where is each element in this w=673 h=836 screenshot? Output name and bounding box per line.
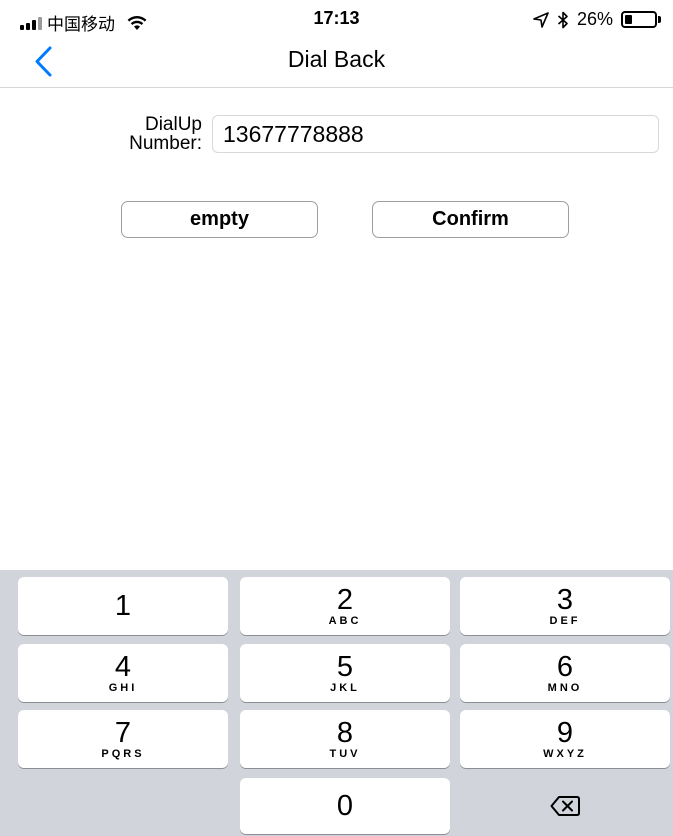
key-letters: TUV xyxy=(329,747,361,760)
key-letters: JKL xyxy=(330,681,360,694)
dialup-label-line2: Number: xyxy=(129,133,202,154)
key-letters: MNO xyxy=(547,681,583,694)
key-6[interactable]: 6 MNO xyxy=(460,644,670,702)
key-1[interactable]: 1 xyxy=(18,577,228,635)
key-digit: 8 xyxy=(336,716,354,749)
confirm-button[interactable]: Confirm xyxy=(372,201,569,238)
dialup-label-line1: DialUp xyxy=(144,114,202,135)
page-title: Dial Back xyxy=(287,46,386,72)
key-7[interactable]: 7 PQRS xyxy=(18,710,228,768)
backspace-icon xyxy=(550,796,580,816)
key-4[interactable]: 4 GHI xyxy=(18,644,228,702)
key-digit: 2 xyxy=(336,583,354,616)
delete-key[interactable] xyxy=(460,778,670,834)
key-digit: 9 xyxy=(556,716,574,749)
key-8[interactable]: 8 TUV xyxy=(240,710,450,768)
battery-icon xyxy=(621,11,661,28)
key-letters: GHI xyxy=(108,681,138,694)
key-digit: 6 xyxy=(556,650,574,683)
numeric-keypad: 1 2 ABC 3 DEF 4 GHI 5 JKL 6 MNO 7 PQRS 8 TUV 9 WXYZ 0 xyxy=(0,570,673,836)
key-9[interactable]: 9 WXYZ xyxy=(460,710,670,768)
key-5[interactable]: 5 JKL xyxy=(240,644,450,702)
key-letters: WXYZ xyxy=(543,747,587,760)
key-2[interactable]: 2 ABC xyxy=(240,577,450,635)
battery-fill xyxy=(625,15,633,24)
key-3[interactable]: 3 DEF xyxy=(460,577,670,635)
key-letters: DEF xyxy=(549,614,581,627)
empty-button[interactable]: empty xyxy=(121,201,318,238)
key-digit: 7 xyxy=(114,716,132,749)
key-digit: 3 xyxy=(556,583,574,616)
key-digit: 5 xyxy=(336,650,354,683)
key-digit: 1 xyxy=(114,590,132,622)
key-0[interactable]: 0 xyxy=(240,778,450,834)
key-digit: 4 xyxy=(114,650,132,683)
key-digit: 0 xyxy=(336,790,354,822)
key-letters: PQRS xyxy=(101,747,145,760)
status-right: 26% xyxy=(533,9,661,30)
key-letters: ABC xyxy=(328,614,362,627)
location-icon xyxy=(533,11,549,28)
bluetooth-icon xyxy=(557,11,568,28)
dialup-number-input[interactable] xyxy=(212,115,659,153)
dialup-number-label: DialUp Number: xyxy=(80,115,202,153)
navigation-bar: Dial Back xyxy=(0,38,673,88)
status-bar: 中国移动 17:13 26% xyxy=(0,0,673,40)
battery-percent: 26% xyxy=(576,9,613,29)
